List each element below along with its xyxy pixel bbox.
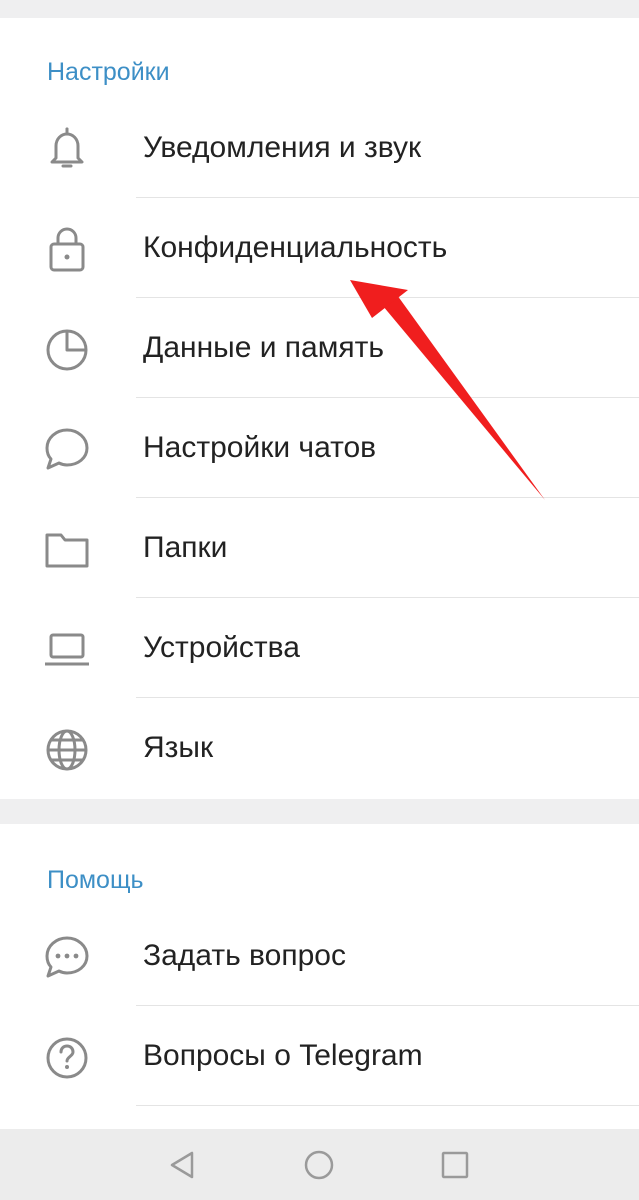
settings-section-header: Настройки	[47, 58, 170, 86]
folder-icon	[42, 526, 92, 572]
menu-item-label: Устройства	[143, 631, 300, 664]
menu-item-notifications[interactable]: Уведомления и звук	[0, 98, 639, 198]
menu-item-devices[interactable]: Устройства	[0, 598, 639, 698]
laptop-icon	[42, 626, 92, 672]
back-icon[interactable]	[164, 1147, 200, 1183]
navigation-bar	[0, 1129, 639, 1200]
section-separator	[0, 799, 639, 824]
divider	[136, 1105, 639, 1106]
recents-icon[interactable]	[437, 1147, 473, 1183]
chat-dots-icon	[42, 934, 92, 980]
home-icon[interactable]	[301, 1147, 337, 1183]
menu-item-label: Настройки чатов	[143, 431, 377, 464]
menu-item-label: Папки	[143, 531, 228, 564]
help-section: Помощь Задать вопрос Вопросы о Telegram	[0, 824, 639, 1129]
menu-item-data-storage[interactable]: Данные и память	[0, 298, 639, 398]
menu-item-chat-settings[interactable]: Настройки чатов	[0, 398, 639, 498]
settings-section: Настройки Уведомления и звук Конфиденциа…	[0, 18, 639, 799]
menu-item-privacy[interactable]: Конфиденциальность	[0, 198, 639, 298]
menu-item-folders[interactable]: Папки	[0, 498, 639, 598]
menu-item-label: Данные и память	[143, 331, 384, 364]
menu-item-label: Вопросы о Telegram	[143, 1039, 423, 1072]
top-strip	[0, 0, 639, 18]
menu-item-label: Конфиденциальность	[143, 231, 448, 264]
bell-icon	[42, 126, 92, 172]
menu-item-language[interactable]: Язык	[0, 698, 639, 798]
question-circle-icon	[42, 1034, 92, 1080]
lock-icon	[42, 226, 92, 272]
menu-item-label: Уведомления и звук	[143, 131, 422, 164]
menu-item-label: Язык	[143, 731, 214, 764]
help-section-header: Помощь	[47, 866, 144, 894]
globe-icon	[42, 726, 92, 772]
menu-item-telegram-faq[interactable]: Вопросы о Telegram	[0, 1006, 639, 1106]
menu-item-ask-question[interactable]: Задать вопрос	[0, 906, 639, 1006]
chat-bubble-icon	[42, 426, 92, 472]
pie-chart-icon	[42, 326, 92, 372]
menu-item-label: Задать вопрос	[143, 939, 346, 972]
